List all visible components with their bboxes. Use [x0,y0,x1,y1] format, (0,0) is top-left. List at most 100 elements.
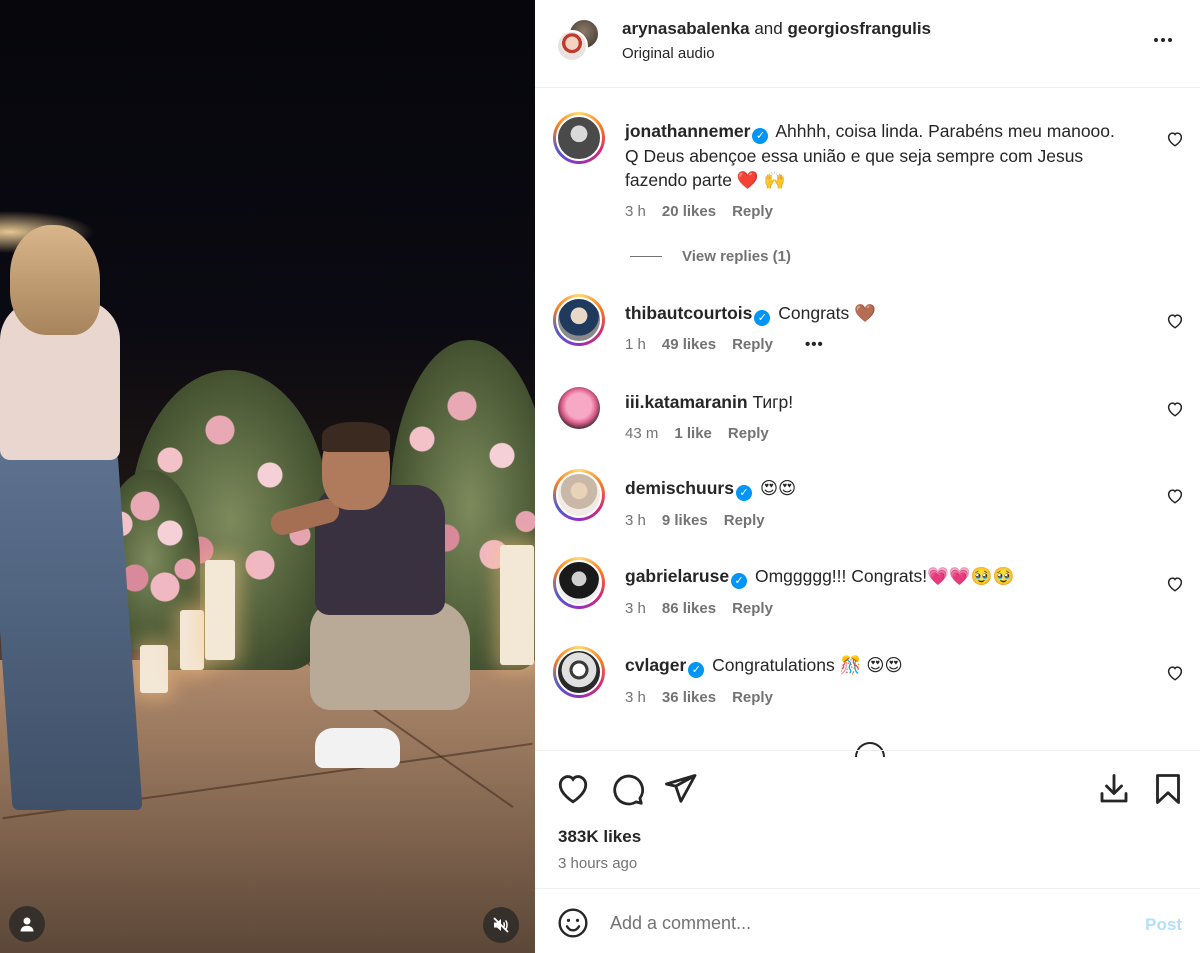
comment-text: gabrielaruse ✓ Omggggg!!! Congrats!💗💗🥹🥹 [625,564,1155,589]
comment-likes[interactable]: 20 likes [662,203,716,220]
view-replies-button[interactable]: View replies (1) [630,248,791,265]
mute-toggle-button[interactable] [483,907,519,943]
comment-body: Ahhhh, coisa linda. Parabéns meu manooo. [775,121,1115,141]
reply-button[interactable]: Reply [732,600,773,617]
likes-count[interactable]: 383K likes [558,827,641,847]
avatar[interactable] [553,557,605,609]
user-icon [20,917,34,932]
heart-icon[interactable] [1166,312,1184,330]
post-header: arynasabalenka and georgiosfrangulis Ori… [535,0,1200,88]
verified-badge-icon: ✓ [688,662,705,678]
avatar-image [556,472,602,518]
comment-meta: 3 h 9 likes Reply [625,512,765,529]
verified-badge-icon: ✓ [735,485,752,501]
heart-icon[interactable] [555,771,591,807]
comment-meta: 43 m 1 like Reply [625,425,769,442]
comment-likes[interactable]: 36 likes [662,689,716,706]
collab-avatars[interactable] [556,18,602,64]
comment-username[interactable]: cvlager [625,655,686,675]
more-options-icon-dot [1161,38,1165,42]
avatar-image [556,560,602,606]
reply-button[interactable]: Reply [724,512,765,529]
comment-time: 3 h [625,600,646,617]
candle [180,610,204,670]
post-media[interactable] [0,0,535,953]
comment-meta: 1 h 49 likes Reply ••• [625,336,824,353]
post-details-panel: arynasabalenka and georgiosfrangulis Ori… [535,0,1200,953]
username-link[interactable]: arynasabalenka [622,19,750,38]
reply-button[interactable]: Reply [732,336,773,353]
avatar[interactable] [553,294,605,346]
comment-body: fazendo parte ❤️ 🙌 [625,170,786,190]
avatar-image [556,297,602,343]
post-comment-button[interactable]: Post [1145,915,1182,935]
heart-icon[interactable] [1166,487,1184,505]
verified-badge-icon: ✓ [731,573,748,589]
woman-figure-legs [0,450,143,810]
heart-icon[interactable] [1166,130,1184,148]
tagged-users-button[interactable] [9,906,45,942]
post-actions: 383K likes 3 hours ago [535,750,1200,888]
avatar[interactable] [553,112,605,164]
comment-likes[interactable]: 9 likes [662,512,708,529]
comment-text: jonathannemer ✓ Ahhhh, coisa linda. Parab… [625,119,1155,192]
reply-button[interactable]: Reply [732,689,773,706]
emoji-icon[interactable] [557,907,589,939]
heart-icon[interactable] [1166,664,1184,682]
avatar[interactable] [553,382,605,434]
bookmark-icon[interactable] [1150,771,1186,807]
comment-body: Q Deus abençoe essa união e que seja sem… [625,146,1084,166]
comment-input[interactable] [610,905,1110,941]
more-options-icon-dot [1168,38,1172,42]
comment-username[interactable]: jonathannemer [625,121,750,141]
comment-body: Congrats 🤎 [778,303,876,323]
view-replies-label[interactable]: View replies (1) [682,248,791,265]
send-icon[interactable] [662,771,698,807]
comment-username[interactable]: thibautcourtois [625,303,752,323]
verified-badge-icon: ✓ [752,128,769,144]
man-figure-pants [310,600,470,710]
avatar[interactable] [553,646,605,698]
heart-icon[interactable] [1166,400,1184,418]
comment-likes[interactable]: 86 likes [662,600,716,617]
comment-time: 3 h [625,689,646,706]
comment-time: 1 h [625,336,646,353]
audio-link[interactable]: Original audio [622,45,715,62]
candle [500,545,534,665]
username-link[interactable]: georgiosfrangulis [787,19,931,38]
post-timestamp[interactable]: 3 hours ago [558,855,637,872]
avatar-image [556,649,602,695]
more-options-button[interactable] [1148,28,1178,52]
avatar-image [556,115,602,161]
joiner-text: and [754,19,783,38]
comment-options-button[interactable]: ••• [805,336,824,353]
comment-body: Тигр! [752,392,794,412]
comment-time: 3 h [625,512,646,529]
reply-button[interactable]: Reply [728,425,769,442]
comment-meta: 3 h 36 likes Reply [625,689,773,706]
avatar-image [558,387,600,429]
man-figure-hair [322,422,390,452]
comment-text: iii.katamaranin Тигр! [625,390,1155,414]
collab-usernames: arynasabalenka and georgiosfrangulis [622,18,931,40]
avatar[interactable] [556,30,588,62]
muted-audio-icon [493,917,509,933]
comment-text: demischuurs ✓ 😍😍 [625,476,1155,501]
comment-username[interactable]: gabrielaruse [625,566,729,586]
reply-button[interactable]: Reply [732,203,773,220]
candle [140,645,168,693]
comment-meta: 3 h 86 likes Reply [625,600,773,617]
comment-time: 43 m [625,425,659,442]
comment-body: Omggggg!!! Congrats!💗💗🥹🥹 [754,566,1015,586]
comment-likes[interactable]: 49 likes [662,336,716,353]
verified-badge-icon: ✓ [754,310,771,326]
add-comment-bar: Post [535,888,1200,953]
comment-username[interactable]: demischuurs [625,478,734,498]
comment-body: 😍😍 [759,478,797,498]
comment-icon[interactable] [609,771,645,807]
avatar[interactable] [553,469,605,521]
download-icon[interactable] [1096,771,1132,807]
comment-likes[interactable]: 1 like [674,425,712,442]
heart-icon[interactable] [1166,575,1184,593]
comment-username[interactable]: iii.katamaranin [625,392,748,412]
